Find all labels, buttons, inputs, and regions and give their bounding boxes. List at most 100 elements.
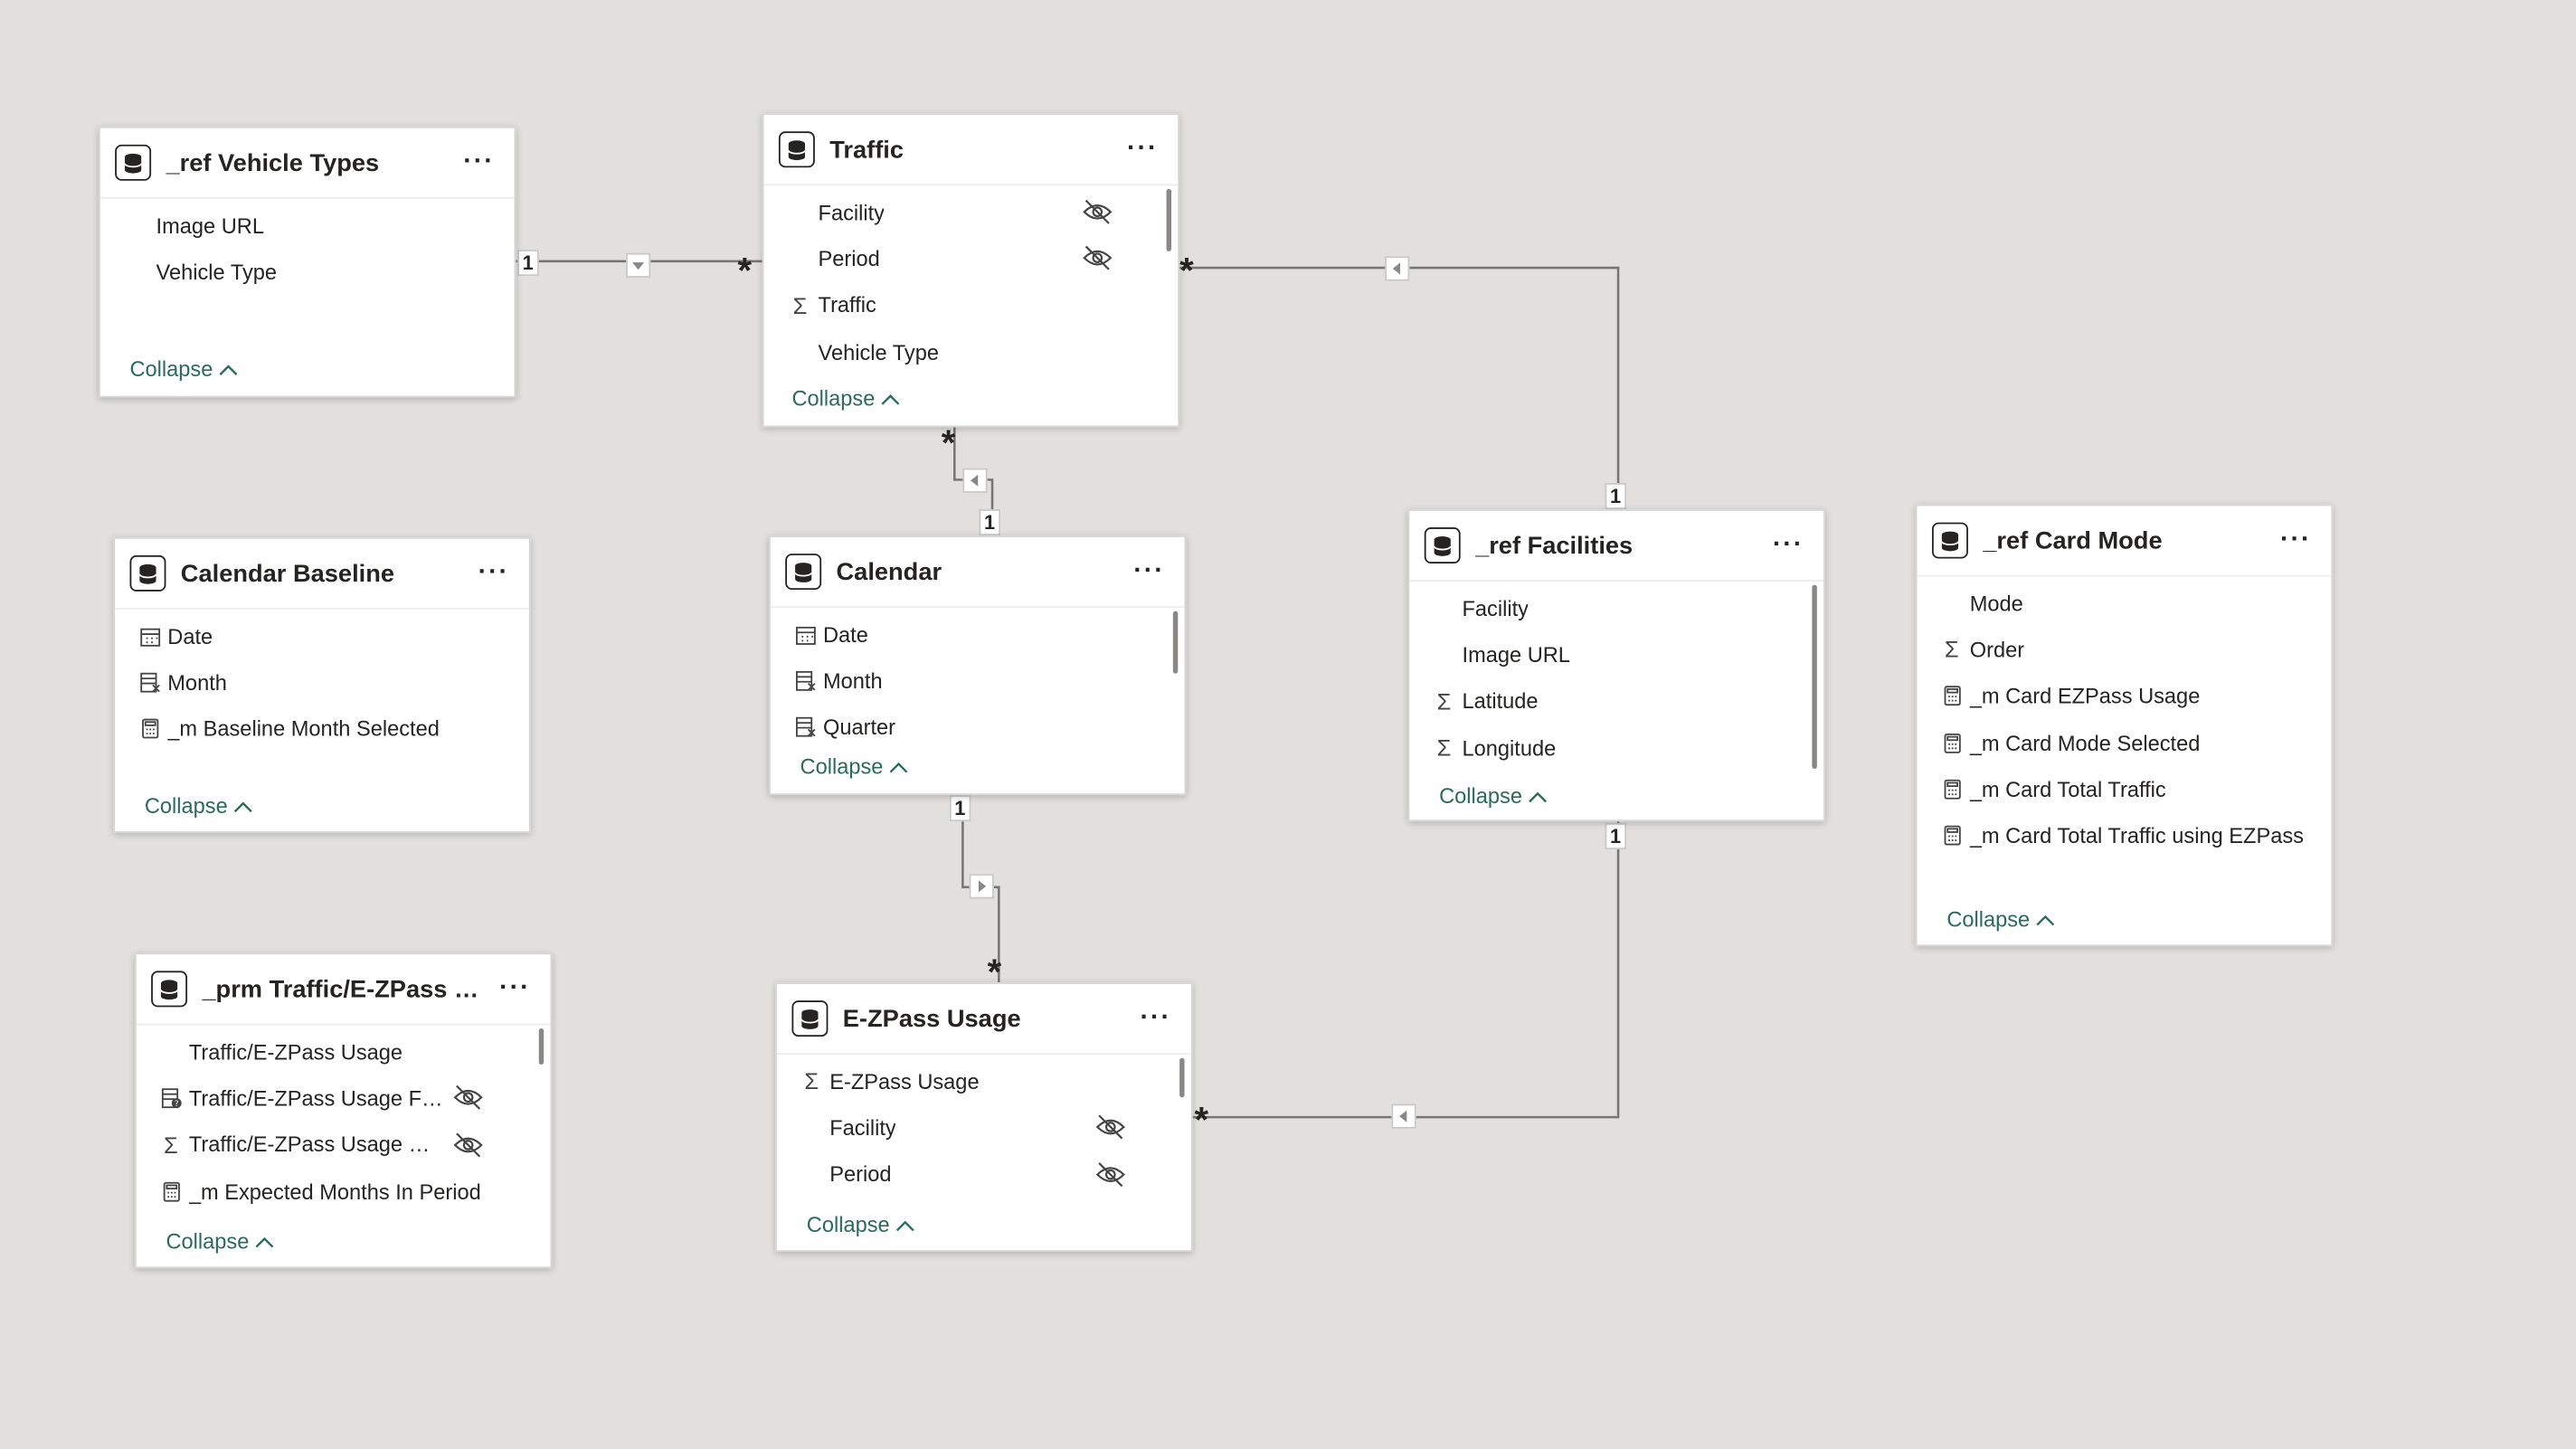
table-card-facilities[interactable]: _ref Facilities ··· Facility Image URL Σ…: [1407, 509, 1825, 822]
more-options-button[interactable]: ···: [497, 975, 535, 1002]
field-row[interactable]: Quarter: [791, 704, 1185, 750]
hidden-field-icon[interactable]: [1081, 245, 1113, 271]
field-row[interactable]: ? Traffic/E-ZPass Usage Fie...: [156, 1075, 551, 1121]
field-row[interactable]: _m Card Total Traffic: [1937, 766, 2331, 812]
collapse-button[interactable]: Collapse: [1946, 907, 2054, 932]
table-header[interactable]: Calendar ···: [770, 537, 1185, 609]
field-row[interactable]: Traffic/E-ZPass Usage: [156, 1028, 551, 1075]
collapse-button[interactable]: Collapse: [1439, 783, 1547, 809]
rel-one-label: 1: [517, 250, 539, 277]
field-row[interactable]: Date: [791, 611, 1185, 658]
more-options-button[interactable]: ···: [1769, 532, 1807, 558]
collapse-button[interactable]: Collapse: [791, 386, 899, 411]
field-row[interactable]: Σ E-ZPass Usage: [797, 1058, 1191, 1104]
field-row[interactable]: Σ Latitude: [1429, 677, 1823, 724]
scrollbar[interactable]: [1812, 584, 1817, 770]
hidden-field-icon[interactable]: [1094, 1160, 1127, 1187]
hidden-field-icon[interactable]: [451, 1084, 484, 1111]
collapse-button[interactable]: Collapse: [166, 1229, 273, 1254]
field-row[interactable]: Σ Traffic: [785, 282, 1178, 328]
table-card-ezpass-usage[interactable]: E-ZPass Usage ··· Σ E-ZPass Usage Facilit…: [775, 982, 1193, 1253]
table-header[interactable]: _ref Card Mode ···: [1917, 506, 2332, 577]
table-header[interactable]: _ref Facilities ···: [1409, 511, 1824, 582]
measure-icon: [1937, 728, 1966, 758]
field-name: Period: [818, 246, 880, 271]
field-row[interactable]: Vehicle Type: [123, 249, 514, 295]
field-row[interactable]: _m Expected Months In Period: [156, 1168, 551, 1214]
table-title: E-ZPass Usage: [842, 1004, 1021, 1033]
field-name: Traffic/E-ZPass Usage: [188, 1039, 403, 1065]
table-header[interactable]: E-ZPass Usage ···: [777, 984, 1191, 1056]
field-row[interactable]: Σ Longitude: [1429, 724, 1823, 771]
field-row[interactable]: Month: [791, 658, 1185, 704]
filter-direction-arrow-left[interactable]: [1391, 1103, 1416, 1129]
rel-many-label: *: [737, 250, 753, 291]
field-name: Vehicle Type: [156, 259, 278, 285]
collapse-button[interactable]: Collapse: [807, 1212, 914, 1237]
field-row[interactable]: Facility: [797, 1104, 1191, 1151]
filter-direction-arrow-down[interactable]: [626, 252, 651, 278]
field-row[interactable]: Σ Traffic/E-ZPass Usage Or...: [156, 1122, 551, 1168]
field-name: Longitude: [1462, 734, 1557, 761]
scrollbar[interactable]: [1166, 188, 1172, 251]
filter-direction-arrow-left[interactable]: [962, 468, 988, 493]
field-row[interactable]: Image URL: [123, 202, 514, 248]
field-name: Date: [167, 623, 213, 649]
field-row[interactable]: Month: [135, 659, 529, 706]
filter-direction-arrow-left[interactable]: [1385, 256, 1410, 281]
rel-many-label: *: [1194, 1099, 1209, 1141]
table-card-calendar[interactable]: Calendar ··· Date Month Quarter Collapse: [769, 535, 1187, 796]
field-row[interactable]: Period: [785, 235, 1178, 281]
hidden-field-icon[interactable]: [1081, 199, 1113, 225]
field-row[interactable]: _m Baseline Month Selected: [135, 706, 529, 752]
more-options-button[interactable]: ···: [460, 148, 498, 175]
collapse-button[interactable]: Collapse: [800, 754, 908, 779]
table-card-calendar-baseline[interactable]: Calendar Baseline ··· Date Month _m Base…: [113, 536, 531, 833]
field-row[interactable]: Date: [135, 612, 529, 658]
table-card-vehicle-types[interactable]: _ref Vehicle Types ··· Image URL Vehicle…: [98, 126, 516, 398]
sigma-icon: Σ: [804, 1067, 819, 1094]
hidden-field-icon[interactable]: [1094, 1114, 1127, 1141]
field-row[interactable]: Mode: [1937, 580, 2331, 626]
more-options-button[interactable]: ···: [2277, 526, 2315, 554]
more-options-button[interactable]: ···: [1137, 1005, 1175, 1032]
table-header[interactable]: Traffic ···: [763, 115, 1179, 186]
field-row[interactable]: Image URL: [1429, 631, 1823, 677]
table-header[interactable]: _prm Traffic/E-ZPass Us... ···: [136, 954, 551, 1026]
field-row[interactable]: _m Card Total Traffic using EZPass: [1937, 812, 2331, 858]
table-card-traffic[interactable]: Traffic ··· Facility Period Σ Traffic Veh…: [762, 113, 1180, 428]
table-header[interactable]: _ref Vehicle Types ···: [99, 128, 515, 199]
scrollbar[interactable]: [1172, 611, 1179, 674]
measure-icon: [1937, 681, 1966, 711]
model-canvas[interactable]: 1 * * 1 * 1 1 * * 1 _ref Vehicle Types ·…: [0, 0, 2576, 1449]
field-name: E-ZPass Usage: [829, 1068, 980, 1094]
chevron-up-icon: [888, 762, 907, 772]
field-row[interactable]: _m Card EZPass Usage: [1937, 673, 2331, 719]
field-row[interactable]: Facility: [785, 189, 1178, 235]
collapse-button[interactable]: Collapse: [129, 356, 237, 381]
svg-text:?: ?: [174, 1100, 178, 1109]
field-row[interactable]: _m Card Mode Selected: [1937, 719, 2331, 765]
collapse-button[interactable]: Collapse: [145, 793, 252, 819]
field-name: Month: [822, 668, 883, 694]
field-row[interactable]: Facility: [1429, 585, 1823, 631]
table-title: Traffic: [829, 135, 904, 164]
table-header[interactable]: Calendar Baseline ···: [115, 539, 529, 610]
chevron-up-icon: [895, 1219, 914, 1231]
sigma-icon: Σ: [792, 291, 808, 318]
filter-direction-arrow-right[interactable]: [969, 874, 994, 899]
field-row[interactable]: Period: [797, 1151, 1191, 1197]
more-options-button[interactable]: ···: [475, 559, 513, 586]
field-name: Traffic/E-ZPass Usage Fie...: [188, 1085, 444, 1111]
table-icon: [1931, 522, 1968, 559]
field-row[interactable]: Σ Order: [1937, 627, 2331, 673]
scrollbar[interactable]: [538, 1028, 545, 1065]
table-card-prm-traffic-ezpass[interactable]: _prm Traffic/E-ZPass Us... ··· Traffic/E…: [134, 952, 553, 1269]
field-name: Quarter: [822, 715, 896, 740]
more-options-button[interactable]: ···: [1123, 136, 1161, 163]
field-row[interactable]: Vehicle Type: [785, 328, 1178, 374]
more-options-button[interactable]: ···: [1131, 558, 1169, 585]
hidden-field-icon[interactable]: [451, 1132, 484, 1158]
scrollbar[interactable]: [1179, 1057, 1185, 1098]
table-card-card-mode[interactable]: _ref Card Mode ··· Mode Σ Order _m Card E…: [1915, 504, 2334, 947]
